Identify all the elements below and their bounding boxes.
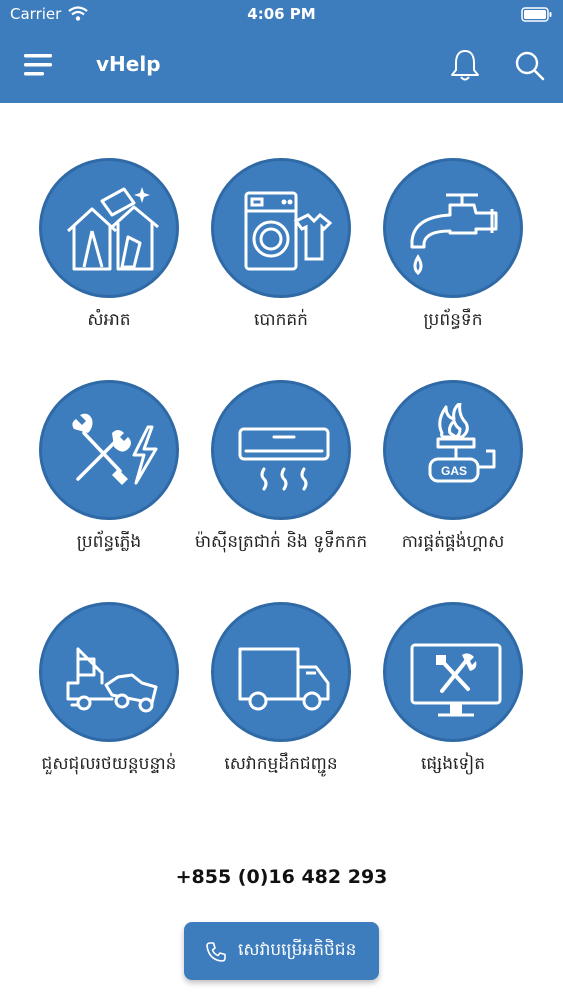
service-other[interactable]: ផ្សេងទៀត [358,602,548,776]
service-label: សំអាត [87,310,131,330]
tow-truck-icon [66,647,158,713]
notifications-button[interactable] [449,48,481,82]
service-circle [383,602,523,742]
app-header: Carrier 4:06 PM vHelp [0,0,563,103]
phone-icon [206,942,226,962]
service-label: ផ្សេងទៀត [420,754,486,774]
service-circle [39,380,179,520]
service-circle [39,602,179,742]
status-bar: Carrier 4:06 PM [0,0,563,30]
service-label: ប្រព័ន្ធទឹក [423,310,483,330]
service-label: ម៉ាស៊ីនត្រជាក់ និង ទូទឹកកក [194,532,368,552]
battery-icon [521,7,552,22]
monitor-tools-icon [410,643,502,717]
air-conditioner-icon [238,427,330,491]
service-cleaning[interactable]: សំអាត [14,158,204,332]
service-plumbing[interactable]: ប្រព័ន្ធទឹក [358,158,548,332]
service-label: ជួសជុលរថយន្តបន្ទាន់ [41,754,177,774]
hamburger-menu-icon [24,54,52,76]
service-label: បោកគក់ [254,310,308,330]
app-title: vHelp [96,52,161,76]
search-button[interactable] [514,50,546,82]
svg-text:GAS: GAS [441,464,467,478]
water-tap-icon [410,193,498,276]
service-air-conditioning[interactable]: ម៉ាស៊ីនត្រជាក់ និង ទូទឹកកក [186,380,376,554]
service-delivery[interactable]: សេវាកម្មដឹកជញ្ជូន [186,602,376,776]
customer-service-label: សេវាបម្រើអតិថិជន [238,940,357,960]
service-circle [211,602,351,742]
electrical-tools-icon [72,413,158,485]
service-roadside-assistance[interactable]: ជួសជុលរថយន្តបន្ទាន់ [14,602,204,776]
service-label: ប្រព័ន្ធភ្លើង [76,532,142,552]
customer-service-button[interactable]: សេវាបម្រើអតិថិជន [184,922,379,980]
nav-bar: vHelp [0,40,563,90]
service-circle [39,158,179,298]
service-circle [211,380,351,520]
contact-phone[interactable]: +855 (0)16 482 293 [0,866,563,888]
service-circle [383,158,523,298]
service-circle: GAS [383,380,523,520]
bell-icon [451,50,479,81]
status-time: 4:06 PM [247,5,316,23]
service-electrical[interactable]: ប្រព័ន្ធភ្លើង [14,380,204,554]
service-gas[interactable]: GAS ការផ្គត់ផ្គង់ហ្គាស [358,380,548,554]
service-label: សេវាកម្មដឹកជញ្ជូន [224,754,338,774]
menu-button[interactable] [24,52,54,78]
washing-machine-icon [244,191,333,271]
service-label: ការផ្គត់ផ្គង់ហ្គាស [401,532,505,552]
house-cleaning-icon [66,187,159,271]
service-laundry[interactable]: បោកគក់ [186,158,376,332]
service-circle [211,158,351,298]
search-icon [515,51,545,81]
delivery-truck-icon [238,647,330,711]
gas-icon: GAS [428,403,496,483]
